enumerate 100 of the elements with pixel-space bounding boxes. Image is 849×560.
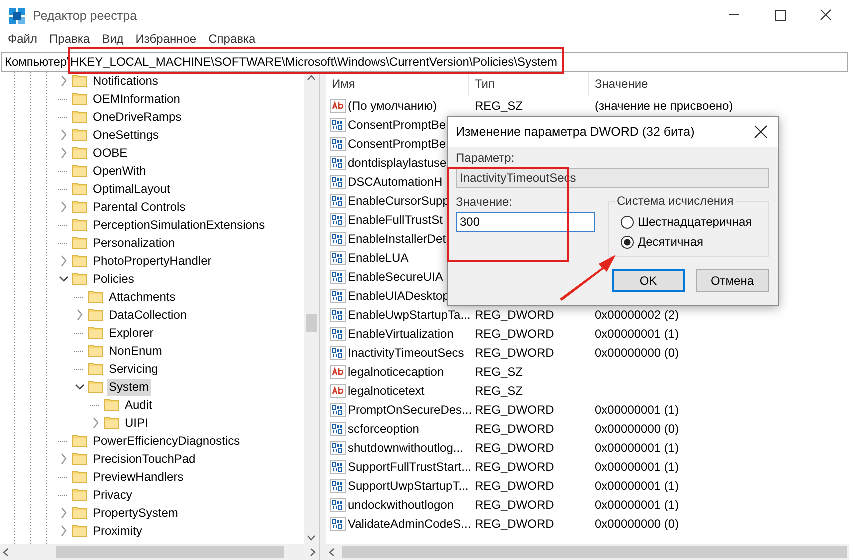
tree-item[interactable]: Explorer (107, 324, 156, 342)
tree-item[interactable]: PropertySystem (91, 504, 180, 522)
value-type: REG_DWORD (475, 402, 554, 416)
value-name[interactable]: undockwithoutlogon (348, 498, 454, 512)
radio-label[interactable]: Шестнадцатеричная (638, 215, 752, 229)
value-name[interactable]: legalnoticetext (348, 384, 425, 398)
folder-icon (72, 73, 88, 89)
menu-item[interactable]: Правка (44, 32, 96, 46)
tree-item[interactable]: Proximity (91, 522, 144, 540)
value-name[interactable]: shutdownwithoutlog... (348, 440, 464, 454)
tree-item[interactable]: Notifications (91, 72, 160, 90)
tree-item[interactable]: OOBE (91, 144, 130, 162)
column-header[interactable]: Имя (326, 72, 469, 96)
binary-value-icon (330, 230, 346, 246)
folder-icon (88, 379, 104, 395)
tree-item[interactable]: System (107, 378, 152, 396)
tree-item[interactable]: PerceptionSimulationExtensions (91, 216, 268, 234)
tree-item[interactable]: Servicing (107, 360, 160, 378)
value-type: REG_SZ (475, 384, 524, 398)
value-name[interactable]: EnableUwpStartupTa... (348, 308, 471, 322)
value-name[interactable]: ConsentPromptBe (348, 136, 446, 150)
tree-item[interactable]: PreviewHandlers (91, 468, 186, 486)
tree-item[interactable]: Policies (91, 270, 136, 288)
tree-item[interactable]: Attachments (107, 288, 178, 306)
tree-item[interactable]: OptimalLayout (91, 180, 172, 198)
value-name[interactable]: DSCAutomationH (348, 174, 443, 188)
value-data: 0x00000002 (2) (595, 308, 680, 322)
menu-item[interactable]: Избранное (130, 32, 203, 46)
value-name[interactable]: EnableLUA (348, 250, 409, 264)
binary-value-icon (330, 326, 346, 342)
value-data: 0x00000000 (0) (595, 422, 680, 436)
value-name[interactable]: ConsentPromptBe (348, 118, 446, 132)
value-name[interactable]: EnableFullTrustSt (348, 212, 443, 226)
tree-item[interactable]: OEMInformation (91, 90, 182, 108)
menu-item[interactable]: Файл (2, 32, 44, 46)
value-name[interactable]: dontdisplaylastuse (348, 156, 447, 170)
scrollbar[interactable] (326, 544, 849, 560)
tree-item[interactable]: NonEnum (107, 342, 164, 360)
tree-item[interactable]: PhotoPropertyHandler (91, 252, 214, 270)
radio-button[interactable] (621, 216, 634, 228)
folder-icon (72, 469, 88, 485)
binary-value-icon (330, 306, 346, 322)
value-name[interactable]: legalnoticecaption (348, 364, 444, 378)
folder-icon (72, 523, 88, 539)
value-data: (значение не присвоено) (595, 98, 734, 112)
tree-item[interactable]: PrecisionTouchPad (91, 450, 198, 468)
scrollbar[interactable] (304, 72, 319, 544)
value-name[interactable]: SupportFullTrustStart... (348, 460, 472, 474)
column-header[interactable]: Значение (589, 72, 839, 96)
folder-icon (88, 343, 104, 359)
close-icon[interactable] (754, 125, 768, 139)
value-data: 0x00000001 (1) (595, 440, 680, 454)
radio-button[interactable] (621, 236, 634, 248)
binary-value-icon (330, 458, 346, 474)
string-value-icon (330, 98, 346, 114)
menu-item[interactable]: Справка (202, 32, 262, 46)
tree-item[interactable]: UIPI (123, 414, 150, 432)
dialog-title: Изменение параметра DWORD (32 бита) (456, 125, 696, 139)
tree-item[interactable]: OpenWith (91, 162, 148, 180)
value-name[interactable]: SupportUwpStartupT... (348, 478, 469, 492)
tree-item[interactable]: OneSettings (91, 126, 162, 144)
tree-item[interactable]: Parental Controls (91, 198, 188, 216)
value-data: 0x00000001 (1) (595, 478, 680, 492)
tree-item[interactable]: DataCollection (107, 306, 190, 324)
value-type: REG_DWORD (475, 440, 554, 454)
folder-icon (72, 253, 88, 269)
value-name[interactable]: (По умолчанию) (348, 98, 438, 112)
tree-item[interactable]: Privacy (91, 486, 134, 504)
scroll-thumb[interactable] (306, 314, 317, 332)
dialog-button[interactable]: OK (612, 269, 685, 292)
menu-item[interactable]: Вид (96, 32, 130, 46)
folder-icon (72, 91, 88, 107)
column-header[interactable]: Тип (469, 72, 589, 96)
radio-label[interactable]: Десятичная (638, 235, 704, 249)
value-type: REG_DWORD (475, 326, 554, 340)
input-field[interactable]: 300 (456, 212, 595, 232)
value-name[interactable]: InactivityTimeoutSecs (348, 346, 464, 360)
tree-item[interactable]: Personalization (91, 234, 178, 252)
value-name[interactable]: EnableSecureUIA (348, 270, 444, 284)
window-title: Редактор реестра (33, 9, 138, 23)
value-name[interactable]: scforceoption (348, 422, 420, 436)
scroll-thumb[interactable] (56, 546, 284, 558)
dialog-button[interactable]: Отмена (696, 269, 769, 292)
value-name[interactable]: EnableInstallerDet (348, 232, 446, 246)
value-name[interactable]: EnableCursorSupp (348, 194, 450, 208)
tree-item[interactable]: Audit (123, 396, 154, 414)
tree-item[interactable]: PowerEfficiencyDiagnostics (91, 432, 242, 450)
value-type: REG_DWORD (475, 422, 554, 436)
binary-value-icon (330, 496, 346, 512)
value-type: REG_DWORD (475, 460, 554, 474)
value-name[interactable]: EnableUIADesktop (348, 288, 450, 302)
field-label: Параметр: (456, 151, 516, 165)
folder-icon (72, 181, 88, 197)
value-name[interactable]: ValidateAdminCodeS... (348, 516, 472, 530)
scrollbar[interactable] (0, 544, 319, 560)
scroll-thumb[interactable] (342, 546, 847, 558)
folder-icon (72, 127, 88, 143)
tree-item[interactable]: OneDriveRamps (91, 108, 184, 126)
value-name[interactable]: PromptOnSecureDes... (348, 402, 472, 416)
value-name[interactable]: EnableVirtualization (348, 326, 454, 340)
